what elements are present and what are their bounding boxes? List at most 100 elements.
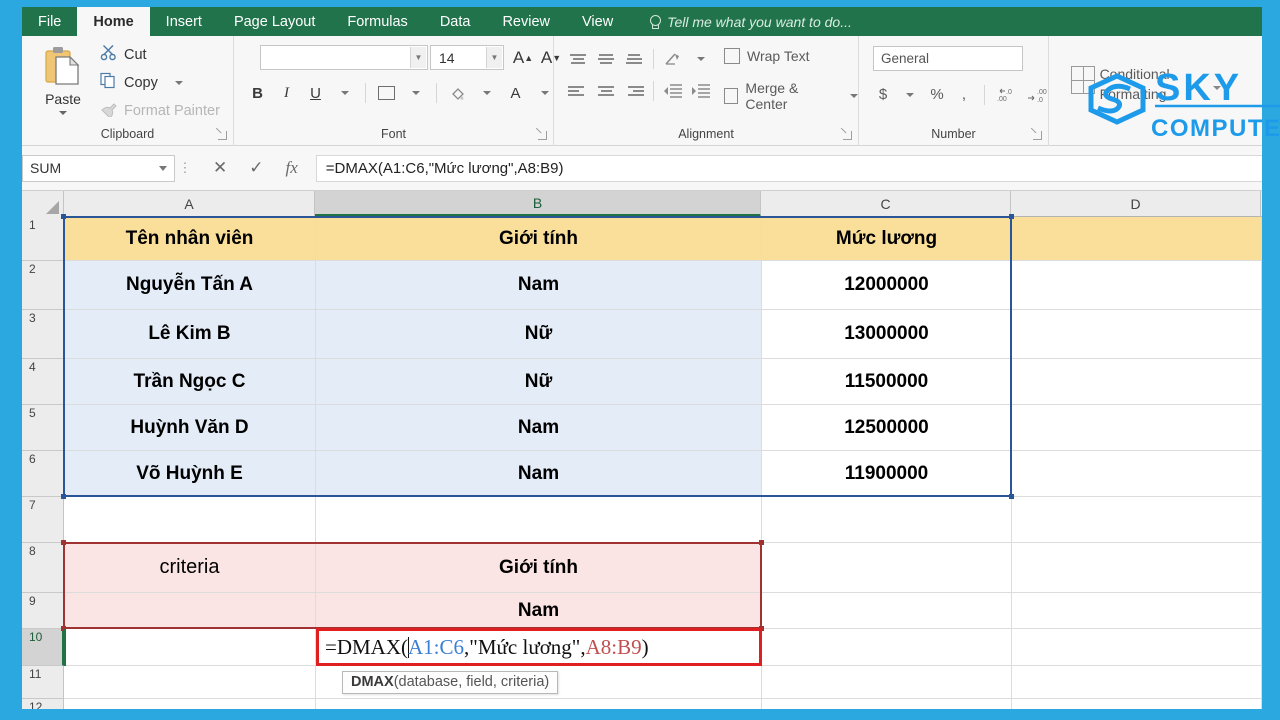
column-header-a[interactable]: A — [64, 191, 315, 217]
cell-b5[interactable]: Nam — [316, 405, 761, 450]
column-header-c[interactable]: C — [761, 191, 1011, 217]
row-header-3[interactable]: 3 — [22, 310, 64, 359]
fill-color-dropdown-icon[interactable] — [473, 80, 500, 106]
currency-button[interactable]: $ — [871, 82, 895, 107]
font-size-input[interactable]: 14 ▼ — [430, 45, 504, 70]
merge-center-button[interactable]: Merge & Center — [724, 80, 858, 112]
borders-button[interactable] — [373, 80, 400, 106]
alignment-dialog-launcher-icon[interactable] — [843, 131, 852, 140]
decrease-indent-button[interactable] — [659, 78, 687, 103]
font-name-dropdown-icon[interactable]: ▼ — [410, 47, 426, 68]
fill-color-button[interactable] — [444, 80, 471, 106]
align-top-button[interactable] — [564, 46, 592, 71]
format-painter-button[interactable]: Format Painter — [100, 100, 220, 121]
cell-a8[interactable]: criteria — [64, 543, 315, 592]
cell-b8[interactable]: Giới tính — [316, 543, 761, 592]
orientation-button[interactable] — [659, 46, 687, 71]
insert-function-icon[interactable]: fx — [286, 158, 298, 178]
decrease-decimal-button[interactable]: .00 .0 — [1024, 82, 1052, 107]
cell-b1[interactable]: Giới tính — [316, 217, 761, 261]
row-header-4[interactable]: 4 — [22, 359, 64, 405]
check-icon[interactable]: ✓ — [249, 158, 263, 178]
chevron-down-icon[interactable] — [174, 80, 183, 85]
row-header-12[interactable]: 12 — [22, 699, 64, 709]
underline-button[interactable]: U — [302, 80, 329, 106]
tab-review[interactable]: Review — [486, 7, 566, 36]
row-header-11[interactable]: 11 — [22, 666, 64, 699]
row-header-9[interactable]: 9 — [22, 593, 64, 629]
row-header-8[interactable]: 8 — [22, 543, 64, 593]
comma-style-button[interactable]: , — [952, 82, 976, 107]
cell-c5[interactable]: 12500000 — [762, 405, 1011, 450]
cell-b3[interactable]: Nữ — [316, 310, 761, 358]
copy-button[interactable]: Copy — [100, 72, 183, 93]
bold-button[interactable]: B — [244, 80, 271, 106]
currency-dropdown-icon[interactable] — [898, 82, 922, 107]
orientation-dropdown-icon[interactable] — [687, 46, 715, 71]
tab-view[interactable]: View — [566, 7, 629, 36]
tab-home[interactable]: Home — [77, 7, 150, 36]
cell-a4[interactable]: Trần Ngọc C — [64, 359, 315, 404]
conditional-formatting-button[interactable]: Conditional Formatting — [1071, 64, 1221, 105]
cancel-icon[interactable]: ✕ — [213, 158, 227, 178]
row-header-1[interactable]: 1 — [22, 217, 64, 261]
cell-c3[interactable]: 13000000 — [762, 310, 1011, 358]
column-header-d[interactable]: D — [1011, 191, 1261, 217]
cut-button[interactable]: Cut — [100, 44, 147, 65]
chevron-down-icon[interactable] — [59, 111, 67, 115]
cell-c6[interactable]: 11900000 — [762, 451, 1011, 496]
align-right-button[interactable] — [620, 78, 648, 103]
percent-button[interactable]: % — [925, 82, 949, 107]
tab-file[interactable]: File — [22, 7, 77, 36]
paste-button[interactable]: Paste — [32, 42, 94, 126]
select-all-corner[interactable] — [22, 191, 64, 217]
cell-b9[interactable]: Nam — [316, 593, 761, 628]
cell-a1[interactable]: Tên nhân viên — [64, 217, 315, 261]
tab-formulas[interactable]: Formulas — [331, 7, 423, 36]
align-center-button[interactable] — [592, 78, 620, 103]
formula-input[interactable]: =DMAX(A1:C6,"Mức lương",A8:B9) — [315, 154, 1262, 182]
tab-page-layout[interactable]: Page Layout — [218, 7, 331, 36]
align-middle-button[interactable] — [592, 46, 620, 71]
number-dialog-launcher-icon[interactable] — [1033, 131, 1042, 140]
name-box[interactable]: SUM — [22, 154, 175, 182]
font-name-input[interactable]: ▼ — [260, 45, 428, 70]
cell-a5[interactable]: Huỳnh Văn D — [64, 405, 315, 450]
cell-b10-editing[interactable]: =DMAX(A1:C6, "Mức lương", A8:B9) — [316, 628, 762, 666]
cell-b2[interactable]: Nam — [316, 261, 761, 309]
cell-a6[interactable]: Võ Huỳnh E — [64, 451, 315, 496]
italic-button[interactable]: I — [273, 80, 300, 106]
font-color-button[interactable]: A — [502, 80, 529, 106]
align-bottom-button[interactable] — [620, 46, 648, 71]
increase-font-size-button[interactable]: A ▲ — [510, 45, 536, 70]
cell-b4[interactable]: Nữ — [316, 359, 761, 404]
cell-a2[interactable]: Nguyễn Tấn A — [64, 261, 315, 309]
number-format-select[interactable]: General — [873, 46, 1023, 71]
clipboard-dialog-launcher-icon[interactable] — [218, 131, 227, 140]
increase-indent-button[interactable] — [687, 78, 715, 103]
tab-data[interactable]: Data — [424, 7, 487, 36]
align-left-button[interactable] — [564, 78, 592, 103]
cell-b6[interactable]: Nam — [316, 451, 761, 496]
underline-dropdown-icon[interactable] — [331, 80, 358, 106]
wrap-text-button[interactable]: Wrap Text — [724, 48, 810, 64]
borders-dropdown-icon[interactable] — [402, 80, 429, 106]
cell-a3[interactable]: Lê Kim B — [64, 310, 315, 358]
row-header-7[interactable]: 7 — [22, 497, 64, 543]
cell-c2[interactable]: 12000000 — [762, 261, 1011, 309]
row-header-6[interactable]: 6 — [22, 451, 64, 497]
font-size-dropdown-icon[interactable]: ▼ — [486, 47, 502, 68]
tell-me-box[interactable]: Tell me what you want to do... — [629, 7, 852, 36]
tab-insert[interactable]: Insert — [150, 7, 218, 36]
chevron-down-icon[interactable] — [1213, 86, 1221, 90]
cell-c4[interactable]: 11500000 — [762, 359, 1011, 404]
chevron-down-icon[interactable] — [159, 165, 167, 171]
row-header-5[interactable]: 5 — [22, 405, 64, 451]
cell-c1[interactable]: Mức lương — [762, 217, 1011, 261]
column-header-b[interactable]: B — [315, 191, 761, 217]
increase-decimal-button[interactable]: .0 .00 — [993, 82, 1021, 107]
chevron-down-icon[interactable] — [850, 94, 858, 98]
row-header-10[interactable]: 10 — [22, 629, 64, 666]
spreadsheet-grid[interactable]: A B C D 1 2 3 4 5 6 7 8 9 10 11 12 Tên n… — [22, 191, 1262, 709]
font-dialog-launcher-icon[interactable] — [538, 131, 547, 140]
